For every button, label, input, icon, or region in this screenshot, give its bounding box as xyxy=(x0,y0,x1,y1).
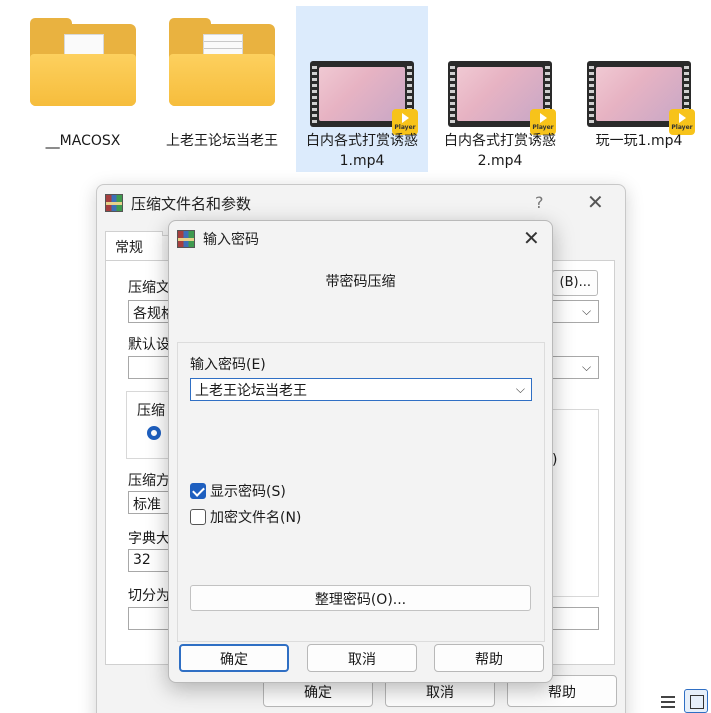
file-name: 白内各式打赏诱惑1.mp4 xyxy=(306,133,418,169)
close-icon[interactable]: ✕ xyxy=(523,226,540,250)
encrypt-filenames-checkbox[interactable] xyxy=(190,509,206,525)
file-item-video-1[interactable]: Player 白内各式打赏诱惑1.mp4 xyxy=(296,6,428,172)
dialog-titlebar: 输入密码 xyxy=(169,221,552,257)
dialog-title: 压缩文件名和参数 xyxy=(131,194,252,213)
format-label: 压缩 xyxy=(137,403,165,419)
chevron-down-icon[interactable]: ⌵ xyxy=(582,360,596,374)
archive-name-label: 压缩文 xyxy=(128,280,170,296)
help-button[interactable]: 帮助 xyxy=(434,644,544,672)
dialog-heading: 带密码压缩 xyxy=(325,274,396,290)
format-radio[interactable] xyxy=(147,426,161,440)
password-input[interactable]: 上老王论坛当老王 ⌵ xyxy=(190,378,532,401)
close-icon[interactable]: ✕ xyxy=(587,190,604,214)
help-icon[interactable]: ? xyxy=(535,193,544,212)
video-thumbnail-icon: Player xyxy=(448,61,556,135)
ok-button[interactable]: 确定 xyxy=(179,644,289,672)
file-item-video-2[interactable]: Player 白内各式打赏诱惑2.mp4 xyxy=(434,6,566,172)
organize-passwords-button[interactable]: 整理密码(O)... xyxy=(190,585,531,611)
password-label: 输入密码(E) xyxy=(190,357,266,373)
encrypt-filenames-label[interactable]: 加密文件名(N) xyxy=(210,507,301,527)
file-name: 玩一玩1.mp4 xyxy=(595,133,683,149)
file-name: 白内各式打赏诱惑2.mp4 xyxy=(444,133,556,169)
dialog-titlebar: 压缩文件名和参数 xyxy=(97,185,625,221)
chevron-down-icon[interactable]: ⌵ xyxy=(516,382,525,397)
file-item-video-3[interactable]: Player 玩一玩1.mp4 xyxy=(573,6,705,172)
split-label: 切分为 xyxy=(128,588,170,604)
file-name: 上老王论坛当老王 xyxy=(166,133,278,149)
dialog-title: 输入密码 xyxy=(203,232,259,248)
split-unit-field[interactable] xyxy=(552,607,599,630)
cancel-button[interactable]: 取消 xyxy=(307,644,417,672)
folder-icon xyxy=(30,18,136,110)
password-dialog: 输入密码 ✕ 带密码压缩 输入密码(E) 上老王论坛当老王 ⌵ 显示密码(S) … xyxy=(168,220,553,683)
show-password-checkbox[interactable] xyxy=(190,483,206,499)
options-group xyxy=(552,409,599,597)
winrar-icon xyxy=(177,230,195,248)
video-thumbnail-icon: Player xyxy=(310,61,418,135)
video-thumbnail-icon: Player xyxy=(587,61,695,135)
file-item-folder-laowang[interactable]: 上老王论坛当老王 xyxy=(156,6,288,172)
dictionary-label: 字典大 xyxy=(128,531,170,547)
thumbnail-view-icon[interactable] xyxy=(684,689,708,713)
password-value: 上老王论坛当老王 xyxy=(195,383,307,399)
folder-icon xyxy=(169,18,275,110)
method-label: 压缩方 xyxy=(128,473,170,489)
show-password-label[interactable]: 显示密码(S) xyxy=(210,481,286,501)
details-view-icon[interactable] xyxy=(661,696,675,708)
browse-button[interactable]: (B)... xyxy=(552,270,598,296)
tab-general[interactable]: 常规 xyxy=(105,231,163,261)
winrar-icon xyxy=(105,194,123,212)
file-item-macosx[interactable]: __MACOSX xyxy=(17,6,149,172)
chevron-down-icon[interactable]: ⌵ xyxy=(582,304,596,318)
file-name: __MACOSX xyxy=(45,133,121,149)
default-profile-label: 默认设 xyxy=(128,337,170,353)
